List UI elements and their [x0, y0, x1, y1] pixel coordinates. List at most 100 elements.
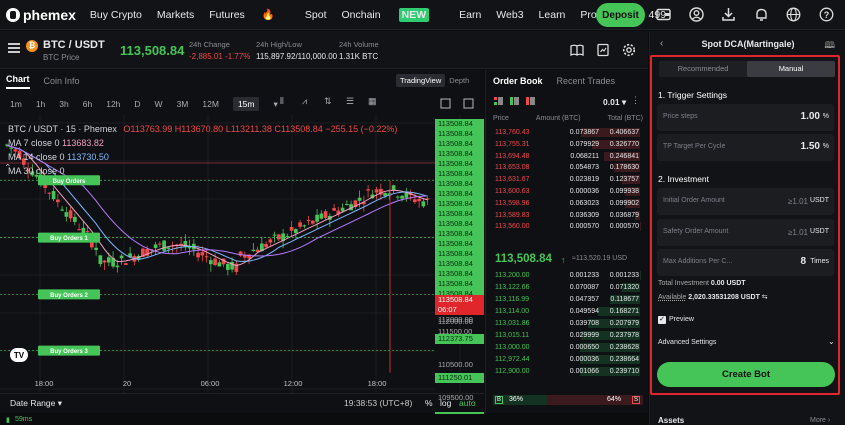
ask-row[interactable]: 113,694.48 0.068211 0.246841 [486, 151, 646, 162]
bell-icon[interactable] [753, 6, 770, 23]
tf-1h[interactable]: 1h [36, 99, 45, 109]
bid-row[interactable]: 113,122.66 0.070087 0.071320 [486, 282, 646, 293]
nav-learn[interactable]: Learn [539, 8, 566, 22]
price-steps-value[interactable]: 1.00 [801, 111, 820, 122]
nav-web3[interactable]: Web3 [496, 8, 523, 22]
compare-icon[interactable]: ⇅ [324, 96, 336, 108]
ask-row[interactable]: 113,631.67 0.023819 0.123757 [486, 174, 646, 185]
screenshot-icon[interactable] [440, 98, 451, 109]
sliders-icon[interactable]: ☰ [346, 96, 358, 108]
ask-row[interactable]: 113,560.00 0.000570 0.000570 [486, 221, 646, 232]
candle [315, 214, 319, 222]
ask-row[interactable]: 113,600.63 0.000036 0.099938 [486, 186, 646, 197]
ask-row[interactable]: 113,589.83 0.036309 0.036879 [486, 210, 646, 221]
nav-buy-crypto[interactable]: Buy Crypto [90, 8, 142, 22]
max-additions-value[interactable]: 8 [800, 256, 806, 267]
bid-row[interactable]: 113,114.00 0.049594 0.168271 [486, 306, 646, 317]
create-bot-button[interactable]: Create Bot [657, 362, 835, 387]
tp-target-value[interactable]: 1.50 [801, 141, 820, 152]
nav-onchain[interactable]: Onchain NEW [342, 7, 445, 22]
download-icon[interactable] [720, 6, 737, 23]
bid-total: 0.001233 [609, 272, 639, 279]
nav-markets[interactable]: Markets [157, 8, 194, 22]
ask-row[interactable]: 113,598.96 0.063023 0.099902 [486, 198, 646, 209]
guide-book-icon[interactable]: 🕮 [824, 38, 835, 54]
bid-row[interactable]: 113,200.00 0.001233 0.001233 [486, 270, 646, 281]
initial-order-field[interactable]: Initial Order Amount ≥1.01 USDT [657, 188, 834, 215]
tf-w[interactable]: W [155, 99, 163, 109]
nav-futures[interactable]: Futures 🔥 [209, 8, 290, 22]
tab-chart[interactable]: Chart [6, 74, 30, 89]
ask-row[interactable]: 113,760.43 0.073867 0.406637 [486, 127, 646, 138]
initial-order-value[interactable]: ≥1.01 [788, 197, 808, 206]
mode-manual[interactable]: Manual [747, 61, 835, 77]
safety-order-value[interactable]: ≥1.01 [788, 228, 808, 237]
tf-dropdown-icon[interactable]: ▾ [273, 99, 277, 110]
both-view-icon[interactable] [494, 97, 503, 105]
chevron-down-icon[interactable]: ⌄ [828, 337, 835, 346]
tp-target-field[interactable]: TP Target Per Cycle 1.50 % [657, 134, 834, 161]
bid-row[interactable]: 113,116.99 0.047357 0.118677 [486, 294, 646, 305]
menu-icon[interactable] [8, 43, 20, 53]
tf-15m[interactable]: 15m [232, 97, 260, 111]
tf-12m[interactable]: 12M [202, 99, 219, 109]
fullscreen-icon[interactable] [463, 98, 474, 109]
date-range-button[interactable]: Date Range ▾ [10, 398, 62, 409]
log-toggle[interactable]: log [440, 398, 451, 408]
price-steps-field[interactable]: Price steps 1.00 % [657, 104, 834, 131]
settings-icon[interactable] [622, 43, 636, 57]
tf-6h[interactable]: 6h [83, 99, 92, 109]
price-axis-label: 113508.84 [435, 139, 484, 149]
price-axis-label: 111500.00 [438, 327, 473, 336]
bid-price: 113,015.11 [495, 332, 529, 339]
ask-row[interactable]: 113,755.31 0.079929 0.326770 [486, 139, 646, 150]
tradingview-toggle[interactable]: TradingView [396, 74, 446, 87]
tf-3m[interactable]: 3M [177, 99, 189, 109]
asks-view-icon[interactable] [526, 97, 535, 105]
phemex-logo[interactable]: phemex [6, 7, 76, 23]
advanced-settings-toggle[interactable]: Advanced Settings [658, 339, 716, 346]
depth-toggle[interactable]: Depth [445, 74, 473, 87]
wallet-icon[interactable] [655, 6, 672, 23]
tab-recent-trades[interactable]: Recent Trades [557, 76, 616, 86]
help-icon[interactable]: ? [818, 6, 835, 23]
more-icon[interactable]: ⋮ [631, 95, 640, 106]
sell-badge: S [632, 396, 641, 404]
indicator-icon[interactable]: ⩘ [302, 96, 314, 108]
bids-view-icon[interactable] [510, 97, 519, 105]
candle-type-icon[interactable]: ⫴ [280, 96, 292, 108]
safety-order-field[interactable]: Safety Order Amount ≥1.01 USDT [657, 219, 834, 246]
ask-total: 0.406637 [609, 129, 639, 136]
ask-total: 0.036879 [609, 211, 639, 219]
mode-recommended[interactable]: Recommended [659, 61, 747, 77]
tab-coin-info[interactable]: Coin Info [44, 76, 80, 86]
bid-row[interactable]: 113,015.11 0.029999 0.237978 [486, 330, 646, 341]
tf-3h[interactable]: 3h [59, 99, 68, 109]
tf-1m[interactable]: 1m [10, 99, 22, 109]
bid-row[interactable]: 112,972.44 0.000036 0.238664 [486, 354, 646, 365]
bid-row[interactable]: 113,031.86 0.039708 0.207979 [486, 318, 646, 329]
nav-spot[interactable]: Spot [305, 8, 327, 22]
nav-earn[interactable]: Earn [459, 8, 481, 22]
max-additions-field[interactable]: Max Additions Per C... 8 Times [657, 249, 834, 276]
pair-selector[interactable]: BTC / USDT [43, 39, 105, 51]
tf-d[interactable]: D [134, 99, 140, 109]
grid-icon[interactable]: ▦ [368, 96, 380, 108]
orderbook-tabs: Order Book Recent Trades [493, 76, 629, 86]
globe-icon[interactable] [785, 6, 802, 23]
preview-checkbox[interactable]: ✓ [658, 316, 666, 324]
more-link[interactable]: More › [810, 417, 830, 424]
report-icon[interactable] [596, 43, 610, 57]
tab-order-book[interactable]: Order Book [493, 76, 543, 86]
auto-toggle[interactable]: auto [459, 398, 476, 408]
ask-row[interactable]: 113,653.08 0.054873 0.178630 [486, 162, 646, 173]
bid-row[interactable]: 112,900.00 0.001066 0.239710 [486, 366, 646, 377]
percent-toggle[interactable]: % [425, 398, 433, 408]
deposit-button[interactable]: Deposit [596, 3, 645, 27]
precision-select[interactable]: 0.01 ▾ [603, 97, 626, 108]
transfer-icon[interactable]: ⇆ [762, 294, 768, 301]
book-icon[interactable] [570, 43, 584, 57]
tf-12h[interactable]: 12h [106, 99, 120, 109]
user-icon[interactable] [688, 6, 705, 23]
bid-row[interactable]: 113,000.00 0.000650 0.238628 [486, 342, 646, 353]
